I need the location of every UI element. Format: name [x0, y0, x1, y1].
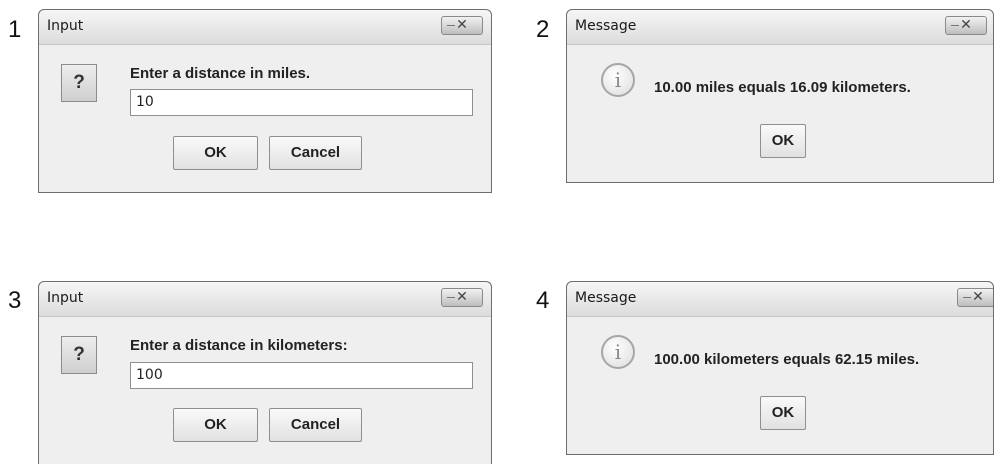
dialog-title: Message: [575, 290, 637, 306]
info-icon: i: [601, 63, 635, 97]
question-icon: ?: [61, 64, 97, 102]
ok-button-label: OK: [204, 144, 227, 161]
ok-button-label: OK: [771, 404, 795, 421]
dialog-titlebar[interactable]: Message ✕: [567, 282, 993, 317]
step-number-3: 3: [8, 287, 22, 314]
ok-button[interactable]: OK: [760, 124, 806, 158]
ok-button-label: OK: [204, 416, 227, 433]
info-icon: i: [601, 335, 635, 369]
close-icon: ✕: [456, 289, 468, 305]
result-message: 100.00 kilometers equals 62.15 miles.: [654, 351, 920, 368]
step-number-4: 4: [536, 287, 550, 314]
cancel-button[interactable]: Cancel: [269, 408, 362, 442]
close-button[interactable]: ✕: [441, 16, 483, 35]
distance-input[interactable]: 10: [130, 89, 473, 116]
cancel-button-label: Cancel: [290, 416, 341, 433]
step-number-2: 2: [536, 16, 550, 43]
close-icon: ✕: [960, 17, 972, 33]
message-dialog-miles-result: Message ✕ i 10.00 miles equals 16.09 kil…: [566, 9, 994, 183]
result-message: 10.00 miles equals 16.09 kilometers.: [654, 79, 911, 96]
dialog-title: Message: [575, 18, 637, 34]
close-button[interactable]: ✕: [945, 16, 987, 35]
dialog-title: Input: [47, 18, 84, 34]
dialog-titlebar[interactable]: Input ✕: [39, 282, 491, 317]
cancel-button[interactable]: Cancel: [269, 136, 362, 170]
question-icon: ?: [61, 336, 97, 374]
ok-button[interactable]: OK: [760, 396, 806, 430]
dialog-title: Input: [47, 290, 84, 306]
distance-input[interactable]: 100: [130, 362, 473, 389]
input-dialog-kilometers: Input ✕ ? Enter a distance in kilometers…: [38, 281, 492, 464]
input-dialog-miles: Input ✕ ? Enter a distance in miles. 10 …: [38, 9, 492, 193]
ok-button[interactable]: OK: [173, 408, 258, 442]
dialog-titlebar[interactable]: Message ✕: [567, 10, 993, 45]
ok-button[interactable]: OK: [173, 136, 258, 170]
close-button[interactable]: ✕: [957, 288, 993, 307]
ok-button-label: OK: [771, 132, 795, 149]
cancel-button-label: Cancel: [290, 144, 341, 161]
close-icon: ✕: [972, 289, 984, 305]
close-button[interactable]: ✕: [441, 288, 483, 307]
step-number-1: 1: [8, 16, 22, 43]
dialog-titlebar[interactable]: Input ✕: [39, 10, 491, 45]
prompt-label: Enter a distance in kilometers:: [130, 337, 348, 354]
close-icon: ✕: [456, 17, 468, 33]
prompt-label: Enter a distance in miles.: [130, 65, 311, 82]
message-dialog-kilometers-result: Message ✕ i 100.00 kilometers equals 62.…: [566, 281, 994, 455]
